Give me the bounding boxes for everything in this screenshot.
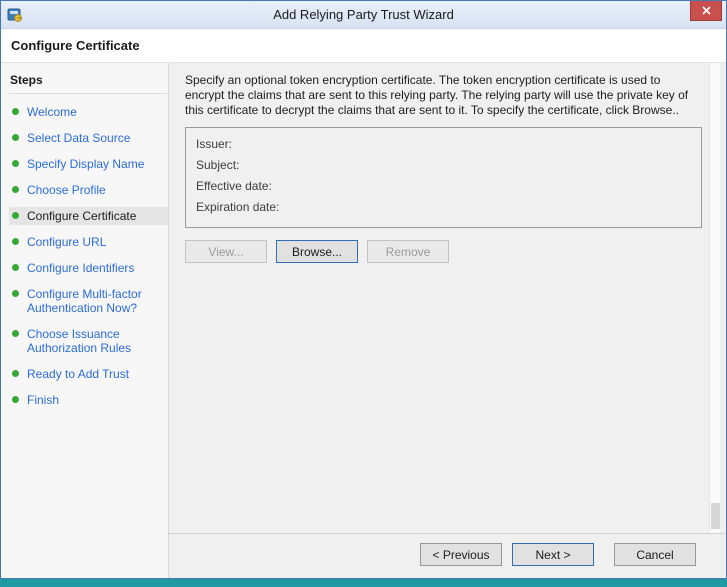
step-label: Welcome [27, 105, 77, 119]
step-bullet-icon [12, 212, 19, 219]
step-item-finish[interactable]: Finish [9, 391, 168, 409]
step-item-choose-issuance-rules[interactable]: Choose Issuance Authorization Rules [9, 325, 168, 357]
step-label: Configure Identifiers [27, 261, 135, 275]
step-item-specify-display-name[interactable]: Specify Display Name [9, 155, 168, 173]
step-label: Configure Multi-factor Authentication No… [27, 287, 142, 315]
step-bullet-icon [12, 290, 19, 297]
step-label: Specify Display Name [27, 157, 145, 171]
close-button[interactable] [690, 1, 722, 21]
step-item-choose-profile[interactable]: Choose Profile [9, 181, 168, 199]
step-label: Finish [27, 393, 60, 407]
steps-heading: Steps [9, 71, 167, 94]
certificate-buttons: View... Browse... Remove [185, 240, 702, 263]
remove-button[interactable]: Remove [367, 240, 449, 263]
steps-sidebar: Steps Welcome Select Data Source Specify… [1, 63, 169, 578]
scrollbar-thumb[interactable] [711, 503, 720, 529]
step-item-configure-identifiers[interactable]: Configure Identifiers [9, 259, 168, 277]
step-item-configure-url[interactable]: Configure URL [9, 233, 168, 251]
browse-button[interactable]: Browse... [276, 240, 358, 263]
step-label: Choose Issuance Authorization Rules [27, 327, 132, 355]
step-label: Select Data Source [27, 131, 131, 145]
step-item-ready-to-add-trust[interactable]: Ready to Add Trust [9, 365, 168, 383]
cert-field-issuer: Issuer: [196, 137, 233, 151]
step-bullet-icon [12, 396, 19, 403]
certificate-summary-box: Issuer: Subject: Effective date: Expirat… [185, 127, 702, 228]
step-label: Configure Certificate [27, 209, 137, 223]
cert-field-expiration-date: Expiration date: [196, 200, 280, 214]
view-button[interactable]: View... [185, 240, 267, 263]
titlebar[interactable]: Add Relying Party Trust Wizard [1, 1, 726, 29]
step-label: Ready to Add Trust [27, 367, 130, 381]
wizard-footer: < Previous Next > Cancel [169, 533, 726, 578]
step-bullet-icon [12, 370, 19, 377]
window-title: Add Relying Party Trust Wizard [273, 7, 454, 22]
step-item-welcome[interactable]: Welcome [9, 103, 168, 121]
close-icon [701, 6, 711, 15]
step-bullet-icon [12, 186, 19, 193]
wizard-body: Steps Welcome Select Data Source Specify… [1, 63, 726, 578]
previous-button[interactable]: < Previous [420, 543, 502, 566]
scrollbar-track[interactable] [709, 63, 720, 533]
step-bullet-icon [12, 238, 19, 245]
page-title: Configure Certificate [11, 38, 140, 53]
page-header: Configure Certificate [1, 29, 726, 63]
step-item-configure-mfa[interactable]: Configure Multi-factor Authentication No… [9, 285, 168, 317]
wizard-window: Add Relying Party Trust Wizard Configure… [0, 0, 727, 579]
step-bullet-icon [12, 330, 19, 337]
instruction-text: Specify an optional token encryption cer… [185, 73, 689, 117]
step-label: Configure URL [27, 235, 107, 249]
step-item-select-data-source[interactable]: Select Data Source [9, 129, 168, 147]
steps-list: Welcome Select Data Source Specify Displ… [9, 103, 168, 409]
next-button[interactable]: Next > [512, 543, 594, 566]
wizard-icon [7, 7, 23, 23]
cancel-button[interactable]: Cancel [614, 543, 696, 566]
step-bullet-icon [12, 160, 19, 167]
step-label: Choose Profile [27, 183, 106, 197]
cert-field-subject: Subject: [196, 158, 240, 172]
cert-field-effective-date: Effective date: [196, 179, 272, 193]
step-bullet-icon [12, 108, 19, 115]
step-bullet-icon [12, 264, 19, 271]
main-content: Specify an optional token encryption cer… [169, 63, 726, 578]
step-bullet-icon [12, 134, 19, 141]
step-item-configure-certificate[interactable]: Configure Certificate [9, 207, 168, 225]
